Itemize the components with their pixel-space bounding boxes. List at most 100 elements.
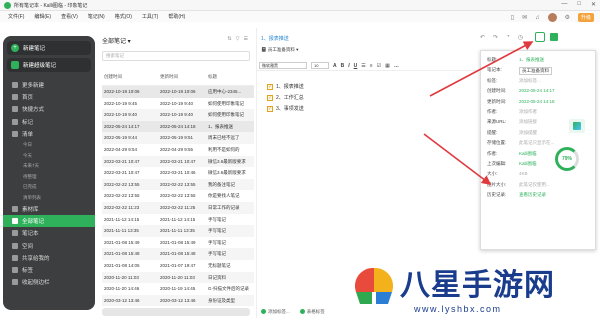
info-value[interactable]: Kalli图临 (519, 161, 537, 167)
table-row[interactable]: 2021-01-08 15:48 2021-01-08 15:48 手写笔记 (102, 248, 254, 260)
table-row[interactable]: 2022-03-21 10:47 2022-03-21 10:47 微信3.6最新版… (102, 155, 254, 168)
info-value[interactable]: 查看历史记录 (519, 192, 546, 198)
search-input[interactable]: 搜索笔记 (102, 51, 250, 61)
sidebar-item[interactable]: 更多新建 (3, 79, 95, 91)
table-row[interactable]: 2020-11-20 11:03 2020-11-20 11:03 日记资料 (102, 271, 254, 284)
filter-icon[interactable]: ▽ (236, 36, 240, 42)
col-updated[interactable]: 更新时间 (160, 74, 178, 80)
view-icon[interactable]: ☰ (244, 36, 248, 42)
table-row[interactable]: 2022-05-19 9:44 2022-05-19 9:51 周末已经不远了 (102, 132, 254, 144)
sidebar-item[interactable]: 素材库 (3, 203, 95, 215)
menu-help[interactable]: 帮助(H) (168, 13, 185, 20)
upgrade-button[interactable]: 升级 (577, 13, 594, 22)
sidebar-item[interactable]: 全部笔记 (3, 215, 95, 228)
list-icon[interactable]: ☰ (361, 63, 365, 69)
message-icon[interactable]: ✉ (522, 14, 527, 21)
sidebar-item[interactable]: 空间 (3, 240, 95, 252)
table-row[interactable]: 2021-01-08 15:49 2021-01-08 15:49 手写笔记 (102, 237, 254, 249)
cell-title: 利用不是如何的 (208, 147, 240, 152)
sidebar-item[interactable]: 今天 (3, 151, 95, 161)
menu-edit[interactable]: 编辑(E) (34, 13, 51, 20)
info-value[interactable]: 2022-05-24 14:18 (519, 99, 555, 104)
checklist-item[interactable]: ✓ 2、工作汇总 (267, 93, 304, 102)
close-button[interactable]: ✕ (591, 1, 596, 8)
checklist-item[interactable]: ✓ 3、事项发送 (267, 104, 304, 113)
checklist-item[interactable]: ✓ 1、报表推送 (267, 82, 304, 91)
sidebar-item[interactable]: 标签 (3, 264, 95, 276)
more-icon[interactable]: … (394, 63, 399, 69)
menu-note[interactable]: 笔记(N) (88, 13, 105, 20)
sidebar-item[interactable]: 收起侧边栏 (3, 276, 95, 288)
note-list-title[interactable]: 全部笔记 ▾ (102, 36, 131, 45)
table-row[interactable]: 2021-11-11 13:35 2021-11-11 13:35 手写笔记 (102, 225, 254, 237)
info-value[interactable]: Kalli图临 (519, 151, 537, 157)
sidebar-item[interactable]: 待整理 (3, 172, 95, 182)
menu-view[interactable]: 查看(V) (61, 13, 78, 20)
settings-icon[interactable]: ⚙ (565, 14, 570, 21)
bell-icon[interactable]: ♫ (535, 15, 540, 21)
checkbox-checked-icon[interactable]: ✓ (267, 105, 273, 112)
notebook-selector[interactable]: 📓 员工准备资料 ▾ (261, 47, 298, 53)
checkbox-icon[interactable]: ☑ (377, 63, 381, 69)
sidebar-item[interactable]: 笔记本 (3, 227, 95, 239)
menu-format[interactable]: 格式(O) (115, 13, 132, 20)
list-scrollbar[interactable] (102, 308, 250, 316)
col-title[interactable]: 标题 (208, 74, 254, 80)
sidebar-item-label: 素材库 (22, 207, 39, 213)
minimize-button[interactable]: — (561, 1, 567, 8)
checkbox-checked-icon[interactable]: ✓ (267, 83, 273, 90)
text-color-icon[interactable]: A (333, 63, 337, 69)
sidebar-item[interactable]: 已完成 (3, 182, 95, 192)
table-icon[interactable]: ▦ (385, 63, 390, 69)
table-row[interactable]: 2022-02-22 13:55 2022-02-22 13:55 我的备注笔记 (102, 178, 254, 191)
info-value[interactable]: 2022-05-24 14:17 (519, 88, 555, 93)
note-title[interactable]: 1、报表推送 (261, 35, 289, 42)
table-row[interactable]: 2022-10-19 9:45 2022-10-19 9:40 如何使用印象笔记 (102, 98, 254, 110)
sidebar-item[interactable]: 清单列表 (3, 193, 95, 203)
undo-icon[interactable]: ↶ (480, 34, 485, 41)
share-icon[interactable] (550, 33, 558, 41)
table-row[interactable]: 2020-11-20 14:46 2020-11-19 14:45 G·扫描文件后的… (102, 283, 254, 295)
table-row[interactable]: 2020-03-12 13:46 2020-03-12 13:46 身份证及类型 (102, 294, 254, 307)
phone-icon[interactable]: ▯ (511, 14, 514, 21)
sort-icon[interactable]: ⇅ (227, 36, 231, 42)
col-created[interactable]: 创建时间 (104, 74, 122, 80)
add-tag-button[interactable]: 添加标签... (261, 309, 290, 315)
redo-icon[interactable]: ↷ (493, 34, 498, 41)
avatar[interactable] (547, 13, 557, 22)
table-row[interactable]: 2022-10-19 10:06 2022-10-19 10:06 应用中心-234… (102, 86, 254, 98)
checkbox-checked-icon[interactable]: ✓ (267, 94, 273, 101)
reminder-icon[interactable]: ◷ (518, 34, 523, 41)
table-row[interactable]: 2022-02-22 13:55 2022-02-22 13:55 你是要找人笔记 (102, 190, 254, 202)
table-row[interactable]: 2021-01-08 14:05 2021-01-07 19:47 无标题笔记 (102, 260, 254, 272)
table-row[interactable]: 2022-10-19 9:40 2022-10-19 9:40 如何使用印象笔记 (102, 109, 254, 121)
lock-icon[interactable]: ◔ (506, 34, 510, 41)
sidebar-item[interactable]: 共享给我的 (3, 252, 95, 264)
bold-icon[interactable]: B (341, 63, 345, 69)
table-row[interactable]: 2021-11-12 14:15 2021-11-12 14:15 手写笔记 (102, 214, 254, 226)
sidebar-item[interactable]: 标记 (3, 116, 95, 128)
font-select[interactable]: 微软雅黑 (259, 62, 307, 69)
table-row[interactable]: 2022-02-22 11:23 2022-02-22 11:25 日常工作的记录 (102, 202, 254, 214)
sidebar-item[interactable]: 未来7天 (3, 161, 95, 171)
menu-file[interactable]: 文件(F) (8, 13, 24, 20)
note-info-icon[interactable] (535, 32, 545, 42)
info-value[interactable]: 员工准备资料 (519, 67, 552, 76)
font-size-select[interactable]: 10 (311, 62, 329, 69)
new-super-note-button[interactable]: 新建超级笔记 (7, 58, 91, 72)
sidebar-item[interactable]: 快捷方式 (3, 103, 95, 115)
table-row[interactable]: 2022-05-24 14:17 2022-05-24 14:18 1、报表推送 (102, 120, 254, 133)
info-value[interactable]: 1、报表推送 (519, 57, 544, 63)
table-row[interactable]: 2022-03-21 10:47 2022-03-21 10:46 微信3.6最新版… (102, 167, 254, 179)
table-row[interactable]: 2022-04-29 9:54 2022-04-29 9:55 利用不是如何的 (102, 144, 254, 156)
underline-icon[interactable]: U (354, 63, 358, 69)
new-note-button[interactable]: + 新建笔记 (7, 41, 91, 55)
sidebar-item[interactable]: 今日 (3, 140, 95, 150)
table-tag-button[interactable]: 表格标签 (299, 309, 325, 315)
maximize-button[interactable]: □ (577, 1, 581, 8)
italic-icon[interactable]: I (348, 63, 349, 69)
menu-tools[interactable]: 工具(T) (142, 13, 158, 20)
numbered-list-icon[interactable]: ≡ (370, 63, 373, 69)
sidebar-item[interactable]: 首页 (3, 91, 95, 103)
sidebar-item[interactable]: 清单 (3, 128, 95, 140)
